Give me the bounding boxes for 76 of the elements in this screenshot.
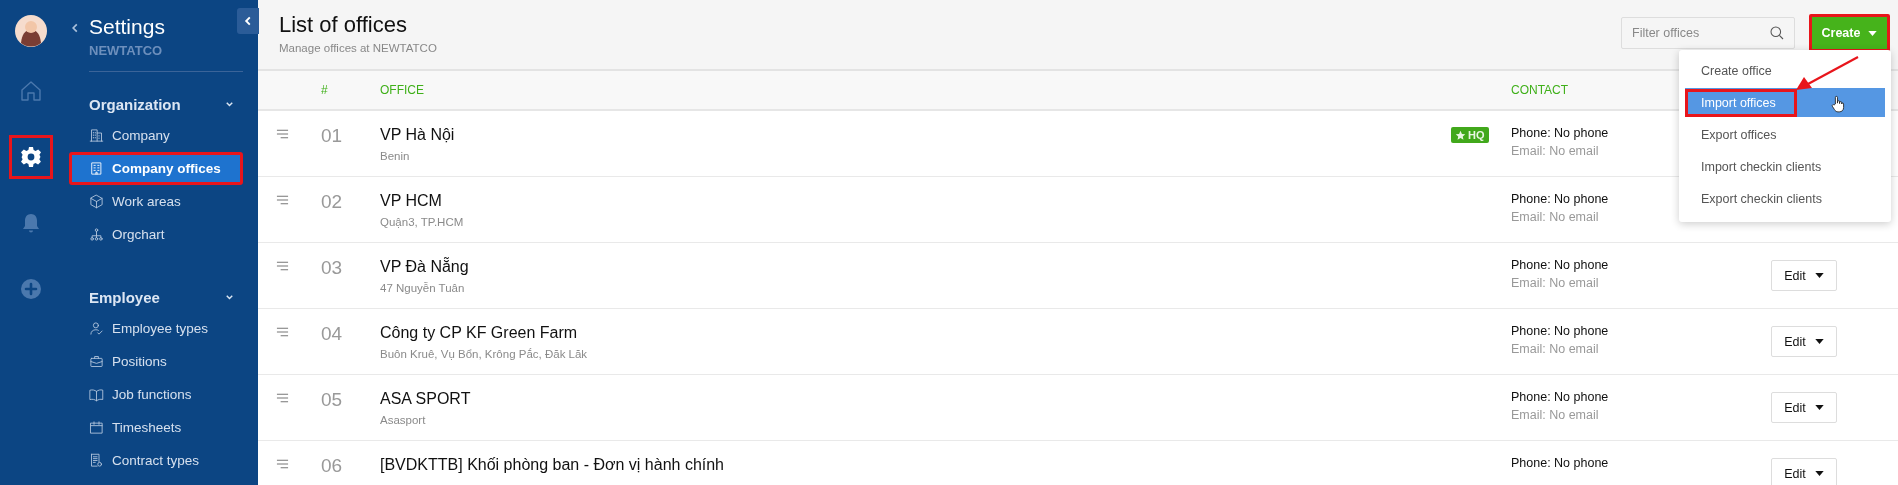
office-name: [BVDKTTB] Khối phòng ban - Đơn vị hành chính xyxy=(380,455,725,475)
company-name: NEWTATCO xyxy=(89,43,164,58)
office-address: Buôn Kruê, Vụ Bổn, Krông Pắc, Đăk Lăk xyxy=(380,348,589,360)
row-number: 06 xyxy=(321,454,344,478)
contact-phone: Phone: No phone xyxy=(1511,455,1609,472)
column-header: OFFICE xyxy=(380,83,425,97)
search-field[interactable]: Filter offices xyxy=(1621,17,1795,49)
contract-icon xyxy=(89,453,104,468)
office-address: Asasport xyxy=(380,414,427,426)
row-number: 02 xyxy=(321,190,344,214)
office-name: VP HCM xyxy=(380,191,443,211)
column-header: # xyxy=(321,83,329,97)
cube-icon xyxy=(89,194,104,209)
office-name: VP Đà Nẵng xyxy=(380,256,470,277)
sidebar-item[interactable]: Contract types xyxy=(69,444,243,477)
calendar-icon xyxy=(89,420,104,435)
edit-button[interactable]: Edit xyxy=(1771,326,1837,357)
contact-email: Email: No email xyxy=(1511,276,1599,290)
search-icon xyxy=(1769,25,1785,41)
building-icon xyxy=(89,128,104,143)
sidebar-item[interactable]: Job functions xyxy=(69,378,243,411)
hand-cursor-icon xyxy=(1831,95,1845,113)
contact-phone: Phone: No phone xyxy=(1511,323,1609,340)
column-header: CONTACT xyxy=(1511,83,1570,97)
page-subtitle: Manage offices at NEWTATCO xyxy=(279,42,438,54)
page-title: List of offices xyxy=(279,12,408,38)
contact-phone: Phone: No phone xyxy=(1511,257,1609,274)
office-name: ASA SPORT xyxy=(380,389,472,409)
person-check-icon xyxy=(89,321,104,336)
edit-button[interactable]: Edit xyxy=(1771,392,1837,423)
edit-button[interactable]: Edit xyxy=(1771,458,1837,485)
highlight-box: Import offices xyxy=(1685,88,1797,117)
menu-item[interactable]: Import checkin clients xyxy=(1685,152,1885,181)
edit-button[interactable]: Edit xyxy=(1771,260,1837,291)
caret-icon xyxy=(1814,273,1824,278)
row-number: 04 xyxy=(321,322,344,346)
menu-item[interactable]: Export checkin clients xyxy=(1685,184,1885,213)
office-address: Benin xyxy=(380,150,411,162)
briefcase-icon xyxy=(89,354,104,369)
orgchart-icon xyxy=(89,227,104,242)
caret-icon xyxy=(1814,471,1824,476)
office-address: Quận3, TP.HCM xyxy=(380,216,465,228)
contact-email: Email: No email xyxy=(1511,144,1599,158)
caret-icon xyxy=(1814,339,1824,344)
contact-phone: Phone: No phone xyxy=(1511,125,1609,142)
office-name: Công ty CP KF Green Farm xyxy=(380,323,579,343)
sidebar-item[interactable]: Work areas xyxy=(69,185,243,218)
row-number: 05 xyxy=(321,388,344,412)
office-name: VP Hà Nội xyxy=(380,125,456,145)
sidebar-item[interactable]: Company offices xyxy=(69,152,243,185)
row-number: 01 xyxy=(321,124,344,148)
caret-icon xyxy=(1868,30,1878,36)
settings-icon[interactable] xyxy=(9,135,53,179)
sidebar-item[interactable]: Employee types xyxy=(69,312,243,345)
avatar[interactable] xyxy=(15,15,47,47)
sidebar-item[interactable]: Orgchart xyxy=(69,218,243,251)
menu-item[interactable]: Create office xyxy=(1685,56,1885,85)
contact-phone: Phone: No phone xyxy=(1511,191,1609,208)
sidebar-item[interactable]: Company xyxy=(69,119,243,152)
book-icon xyxy=(89,387,104,402)
sidebar-item[interactable]: Positions xyxy=(69,345,243,378)
contact-email: Email: No email xyxy=(1511,342,1599,356)
section-header[interactable]: Organization xyxy=(69,72,243,119)
hq-badge: HQ xyxy=(1451,127,1489,143)
caret-icon xyxy=(1814,405,1824,410)
sidebar-item[interactable]: Timesheets xyxy=(69,411,243,444)
office-building-icon xyxy=(89,161,104,176)
row-number: 03 xyxy=(321,256,344,280)
sidebar-title: Settings xyxy=(89,14,165,40)
collapse-button[interactable] xyxy=(237,8,259,34)
contact-email: Email: No email xyxy=(1511,408,1599,422)
office-address: 47 Nguyễn Tuân xyxy=(380,282,466,294)
menu-item[interactable]: Export offices xyxy=(1685,120,1885,149)
contact-email: Email: No email xyxy=(1511,210,1599,224)
contact-phone: Phone: No phone xyxy=(1511,389,1609,406)
section-header[interactable]: Employee xyxy=(69,265,243,312)
